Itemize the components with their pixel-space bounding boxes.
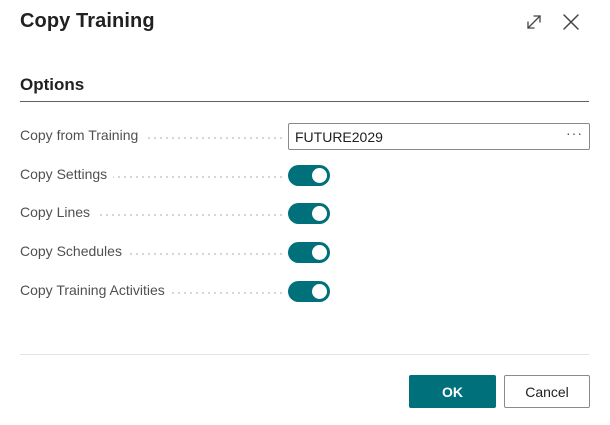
toggle-knob: [312, 284, 327, 299]
field-copy-schedules: Copy Schedules: [20, 239, 590, 265]
toggle-knob: [312, 206, 327, 221]
section-divider: [20, 101, 589, 102]
copy-schedules-toggle[interactable]: [288, 242, 330, 263]
close-icon[interactable]: [561, 12, 581, 32]
copy-lines-toggle[interactable]: [288, 203, 330, 224]
field-copy-lines: Copy Lines: [20, 200, 590, 226]
copy-schedules-label: Copy Schedules: [20, 243, 128, 259]
options-section-title: Options: [20, 75, 85, 94]
copy-lines-label: Copy Lines: [20, 204, 97, 220]
field-copy-settings: Copy Settings: [20, 162, 590, 188]
copy-training-activities-label: Copy Training Activities: [20, 282, 171, 298]
dialog-title: Copy Training: [20, 10, 155, 32]
cancel-button[interactable]: Cancel: [504, 375, 590, 408]
ok-button[interactable]: OK: [409, 375, 496, 408]
field-copy-from-training: Copy from Training FUTURE2029 ···: [20, 123, 590, 150]
lookup-ellipsis-button[interactable]: ···: [566, 125, 583, 141]
copy-settings-label: Copy Settings: [20, 166, 114, 182]
copy-settings-toggle[interactable]: [288, 165, 330, 186]
copy-training-activities-toggle[interactable]: [288, 281, 330, 302]
copy-from-training-input[interactable]: FUTURE2029 ···: [288, 123, 590, 150]
expand-icon[interactable]: [524, 12, 544, 32]
copy-from-training-label: Copy from Training: [20, 127, 145, 143]
toggle-knob: [312, 168, 327, 183]
copy-from-training-value[interactable]: FUTURE2029: [295, 129, 383, 145]
toggle-knob: [312, 245, 327, 260]
footer-divider: [20, 354, 589, 355]
copy-training-dialog: Copy Training Options Copy from Training…: [0, 0, 610, 425]
field-copy-training-activities: Copy Training Activities: [20, 278, 590, 304]
